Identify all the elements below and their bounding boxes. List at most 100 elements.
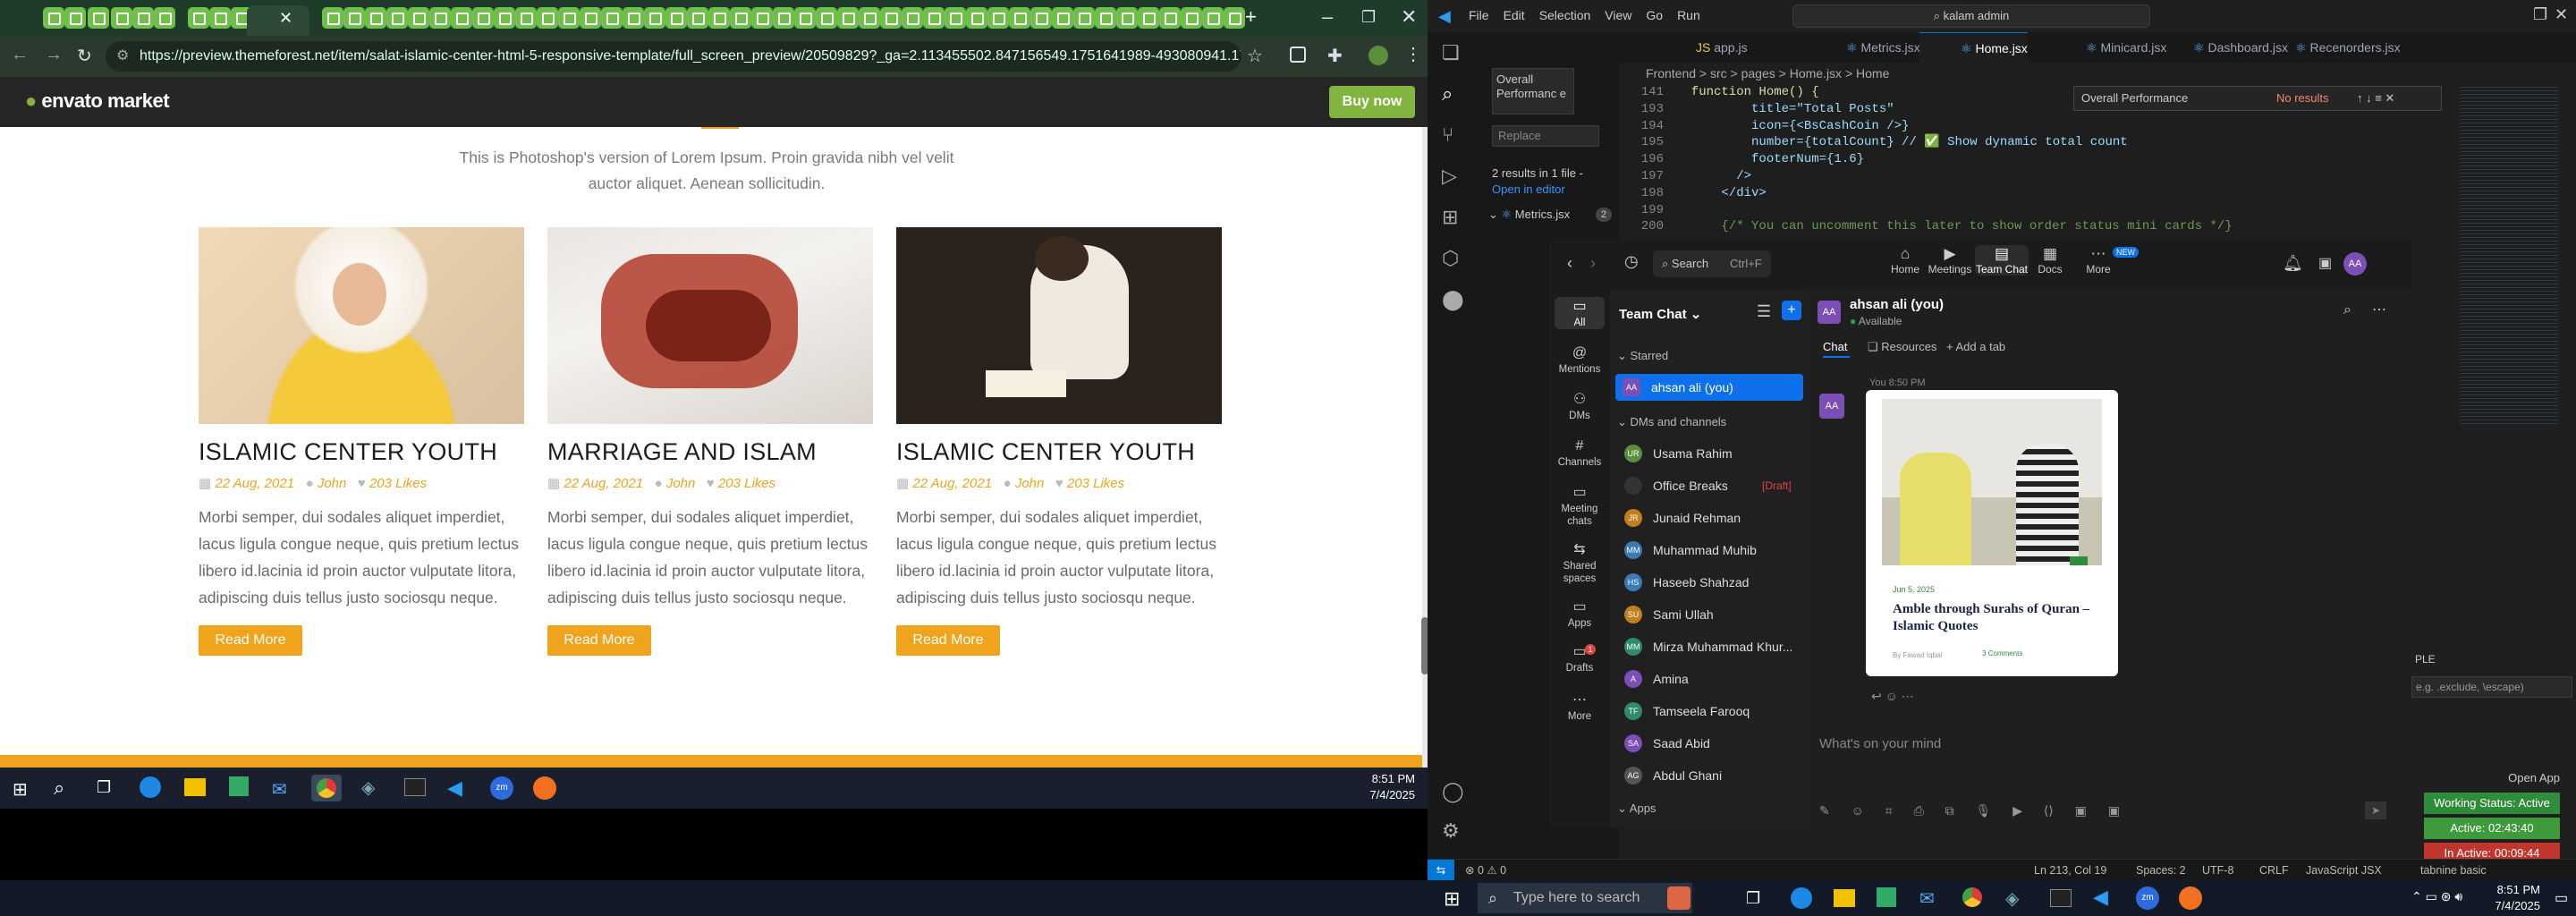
code-line[interactable]: 199 bbox=[1619, 202, 2460, 219]
chat-item[interactable]: AG Abdul Ghani bbox=[1619, 760, 1803, 791]
tab-favicon[interactable] bbox=[773, 7, 794, 29]
language-mode[interactable]: JavaScript JSX bbox=[2306, 860, 2382, 881]
reload-icon[interactable]: ↻ bbox=[77, 45, 92, 67]
forward-icon[interactable]: › bbox=[1590, 254, 1596, 273]
active-tab[interactable]: ✕ bbox=[247, 5, 309, 36]
run-debug-icon[interactable]: ▷ bbox=[1442, 165, 1457, 188]
notification-icon[interactable]: ▭ bbox=[2555, 889, 2568, 907]
menu-item[interactable]: Edit bbox=[1504, 8, 1525, 22]
taskbar-search-input[interactable]: ⌕ Type here to search bbox=[1478, 883, 1692, 913]
terminal-icon[interactable] bbox=[404, 778, 426, 796]
tab-favicon[interactable] bbox=[1030, 7, 1052, 29]
forward-icon[interactable]: → bbox=[45, 45, 63, 65]
chat-item-self[interactable]: AA ahsan ali (you) bbox=[1615, 374, 1803, 401]
editor-tab[interactable]: ⚛ Recenorders.jsx bbox=[2254, 32, 2401, 63]
encoding[interactable]: UTF-8 bbox=[2202, 860, 2233, 881]
send-icon[interactable]: ➤ bbox=[2365, 802, 2386, 819]
nav-meetings[interactable]: ▶ Meetings bbox=[1923, 245, 1977, 276]
address-bar[interactable]: ⚙ https://preview.themeforest.net/item/s… bbox=[106, 41, 1241, 72]
tab-favicon[interactable] bbox=[1138, 7, 1159, 29]
tab-favicon[interactable] bbox=[132, 7, 154, 29]
tab-favicon[interactable] bbox=[794, 7, 816, 29]
nav-team-chat[interactable]: ▤ Team Chat bbox=[1975, 245, 2029, 276]
chat-item[interactable]: SU Sami Ullah bbox=[1619, 599, 1803, 630]
find-widget[interactable]: Overall Performance No results ↑ ↓ ≡ ✕ bbox=[2073, 86, 2442, 111]
teams-search-input[interactable]: ⌕ Search Ctrl+F bbox=[1653, 250, 1771, 277]
tab-favicon[interactable] bbox=[43, 7, 64, 29]
tab-favicon[interactable] bbox=[880, 7, 902, 29]
close-window-icon[interactable]: ✕ bbox=[1401, 5, 1417, 29]
editor-tab[interactable]: ⚛ Metrics.jsx bbox=[1805, 32, 1920, 63]
menu-item[interactable]: File bbox=[1469, 8, 1489, 22]
code-line[interactable]: 196 footerNum={1.6} bbox=[1619, 151, 2460, 168]
card-image-youth[interactable] bbox=[199, 227, 524, 424]
tab-favicon[interactable] bbox=[1202, 7, 1224, 29]
tab-favicon[interactable] bbox=[601, 7, 623, 29]
tab-favicon[interactable] bbox=[515, 7, 537, 29]
rail-shared-spaces[interactable]: ⇆ Shared spaces bbox=[1549, 540, 1610, 585]
card-image-quran[interactable] bbox=[896, 227, 1222, 424]
back-icon[interactable]: ← bbox=[11, 45, 29, 65]
terminal-icon[interactable] bbox=[2050, 889, 2072, 907]
post-comments[interactable]: 3 Comments bbox=[1982, 649, 2022, 657]
rail-apps[interactable]: ▭ Apps bbox=[1549, 598, 1610, 630]
editor-tab[interactable]: ⚛ Home.jsx bbox=[1919, 32, 2028, 63]
secondary-clock[interactable]: 8:51 PM 7/4/2025 bbox=[1342, 771, 1415, 803]
tab-favicon[interactable] bbox=[188, 7, 209, 29]
tab-favicon[interactable] bbox=[1095, 7, 1116, 29]
tab-favicon[interactable] bbox=[923, 7, 945, 29]
tab-favicon[interactable] bbox=[209, 7, 231, 29]
tab-favicon[interactable] bbox=[343, 7, 365, 29]
tab-favicon[interactable] bbox=[1224, 7, 1245, 29]
replace-input[interactable]: Replace bbox=[1492, 125, 1599, 147]
minimize-icon[interactable]: – bbox=[1322, 5, 1333, 29]
history-icon[interactable]: ◷ bbox=[1624, 252, 1639, 271]
search-input[interactable]: Overall Performanc e bbox=[1492, 68, 1574, 114]
rail-dms[interactable]: ⚇ DMs bbox=[1549, 390, 1610, 422]
chat-item[interactable]: MM Muhammad Muhib bbox=[1619, 535, 1803, 565]
compose-toolbar-icons[interactable]: ✎ ☺ ⌗ ⎙ ⧉ 🎙︎ ▶ ⟨⟩ ▣ ▣ bbox=[1819, 803, 2120, 818]
tab-favicon[interactable] bbox=[386, 7, 408, 29]
command-center-search[interactable]: ⌕ kalam admin bbox=[1792, 4, 2150, 28]
task-view-icon[interactable]: ❐ bbox=[1746, 889, 1760, 908]
menu-item[interactable]: Run bbox=[1677, 8, 1700, 22]
menu-item[interactable]: Go bbox=[1646, 8, 1663, 22]
tab-favicon[interactable] bbox=[64, 7, 86, 29]
mail-icon[interactable]: ✉ bbox=[1919, 887, 1935, 910]
filter-icon[interactable]: ☰ bbox=[1757, 302, 1771, 321]
chat-item[interactable]: A Amina bbox=[1619, 664, 1803, 694]
tab-favicon[interactable] bbox=[1073, 7, 1095, 29]
remote-indicator-icon[interactable]: ⇆ bbox=[1428, 860, 1454, 880]
tab-favicon[interactable] bbox=[644, 7, 665, 29]
code-line[interactable]: 194 icon={<BsCashCoin />} bbox=[1619, 118, 2460, 135]
store-icon[interactable] bbox=[229, 776, 249, 796]
dms-channels-section[interactable]: ⌄ DMs and channels bbox=[1617, 415, 1726, 429]
tab-favicon[interactable] bbox=[451, 7, 472, 29]
editor-tab[interactable]: JS app.js bbox=[1655, 32, 1748, 63]
tab-favicon[interactable] bbox=[966, 7, 987, 29]
tab-resources[interactable]: ❏ Resources bbox=[1868, 340, 1936, 354]
chat-item[interactable]: Office Breaks [Draft] bbox=[1619, 471, 1803, 501]
buy-now-button[interactable]: Buy now bbox=[1329, 86, 1415, 118]
code-line[interactable]: 200 {/* You can uncomment this later to … bbox=[1619, 218, 2460, 235]
tab-favicon[interactable] bbox=[494, 7, 515, 29]
app-icon[interactable]: ◈ bbox=[361, 776, 375, 799]
envato-logo[interactable]: ● envato market bbox=[25, 89, 170, 113]
tab-favicon[interactable] bbox=[987, 7, 1009, 29]
vscode-taskbar-icon[interactable]: ◀ bbox=[2093, 886, 2108, 909]
rail-more[interactable]: ⋯ More bbox=[1549, 691, 1610, 723]
rail-all[interactable]: ▭ All bbox=[1555, 297, 1605, 329]
tab-favicon[interactable] bbox=[751, 7, 773, 29]
site-info-icon[interactable]: ⚙ bbox=[116, 41, 129, 72]
profile-avatar[interactable] bbox=[1368, 46, 1388, 65]
windows-start-icon[interactable]: ⊞ bbox=[13, 778, 28, 801]
chat-item[interactable]: TF Tamseela Farooq bbox=[1619, 696, 1803, 726]
message-compose-input[interactable]: What's on your mind bbox=[1819, 725, 2402, 764]
code-line[interactable]: 197 /> bbox=[1619, 168, 2460, 185]
restore-icon[interactable]: ❐ bbox=[2533, 5, 2547, 24]
tab-favicon[interactable] bbox=[902, 7, 923, 29]
chat-header-name[interactable]: ahsan ali (you) bbox=[1850, 297, 1944, 312]
back-icon[interactable]: ‹ bbox=[1567, 254, 1572, 273]
post-title[interactable]: Amble through Surahs of Quran – Islamic … bbox=[1893, 601, 2107, 635]
account-icon[interactable]: ◯ bbox=[1442, 780, 1464, 803]
